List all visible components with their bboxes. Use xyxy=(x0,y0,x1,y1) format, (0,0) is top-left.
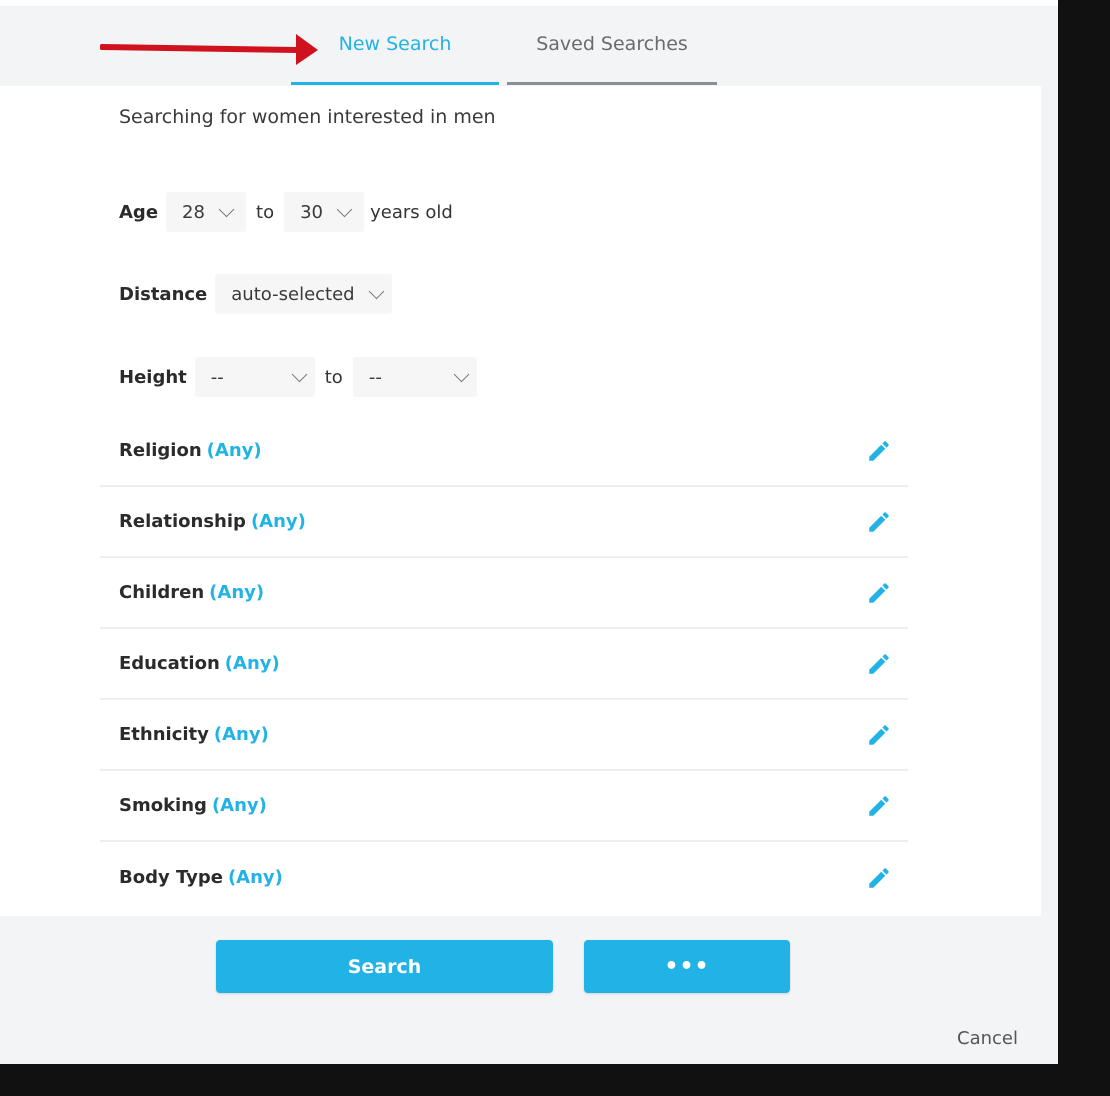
distance-row: Distance auto-selected xyxy=(119,274,392,314)
criteria-body-type[interactable]: Body Type (Any) xyxy=(100,842,908,913)
pencil-icon[interactable] xyxy=(866,793,892,819)
pencil-icon[interactable] xyxy=(866,438,892,464)
height-label: Height xyxy=(119,366,187,388)
criteria-name: Children xyxy=(119,582,205,603)
red-arrow-icon xyxy=(100,34,318,65)
criteria-education[interactable]: Education (Any) xyxy=(100,629,908,700)
criteria-value: (Any) xyxy=(250,511,306,532)
pencil-icon[interactable] xyxy=(866,509,892,535)
criteria-children[interactable]: Children (Any) xyxy=(100,558,908,629)
criteria-name: Education xyxy=(119,653,220,674)
search-panel: New Search Saved Searches Searching for … xyxy=(0,0,1058,1064)
distance-value: auto-selected xyxy=(231,283,355,305)
cancel-link[interactable]: Cancel xyxy=(957,1028,1018,1049)
criteria-list: Religion (Any) Relationship (Any) Children… xyxy=(100,416,908,913)
pencil-icon[interactable] xyxy=(866,651,892,677)
height-to-label: to xyxy=(324,366,343,388)
chevron-down-icon xyxy=(218,201,235,217)
criteria-name: Relationship xyxy=(119,511,246,532)
tab-new-search[interactable]: New Search xyxy=(291,6,499,85)
criteria-smoking[interactable]: Smoking (Any) xyxy=(100,771,908,842)
height-min-value: -- xyxy=(210,366,224,388)
criteria-relationship[interactable]: Relationship (Any) xyxy=(100,487,908,558)
distance-label: Distance xyxy=(119,283,208,305)
criteria-value: (Any) xyxy=(224,653,280,674)
criteria-religion[interactable]: Religion (Any) xyxy=(100,416,908,487)
age-to-label: to xyxy=(256,201,275,223)
pencil-icon[interactable] xyxy=(866,722,892,748)
age-suffix: years old xyxy=(370,201,453,223)
age-label: Age xyxy=(119,201,159,223)
chevron-down-icon xyxy=(291,366,308,382)
criteria-value: (Any) xyxy=(227,867,283,888)
criteria-ethnicity[interactable]: Ethnicity (Any) xyxy=(100,700,908,771)
criteria-value: (Any) xyxy=(213,724,269,745)
criteria-value: (Any) xyxy=(211,795,267,816)
height-max-value: -- xyxy=(368,366,382,388)
age-row: Age 28 to 30 years old xyxy=(119,192,463,232)
criteria-value: (Any) xyxy=(206,440,262,461)
pencil-icon[interactable] xyxy=(866,580,892,606)
height-row: Height -- to -- xyxy=(119,357,477,397)
chevron-down-icon xyxy=(336,201,353,217)
height-min-select[interactable]: -- xyxy=(194,357,315,397)
search-button[interactable]: Search xyxy=(216,940,553,993)
criteria-name: Smoking xyxy=(119,795,207,816)
criteria-name: Body Type xyxy=(119,867,223,888)
tab-bar: New Search Saved Searches xyxy=(0,6,1058,86)
more-options-button[interactable]: ••• xyxy=(584,940,790,993)
chevron-down-icon xyxy=(368,283,384,299)
age-max-select[interactable]: 30 xyxy=(284,192,365,232)
chevron-down-icon xyxy=(453,366,470,382)
age-max-value: 30 xyxy=(300,201,324,223)
criteria-value: (Any) xyxy=(209,582,265,603)
distance-select[interactable]: auto-selected xyxy=(215,274,392,314)
height-max-select[interactable]: -- xyxy=(352,357,477,397)
search-description: Searching for women interested in men xyxy=(119,106,496,128)
criteria-name: Ethnicity xyxy=(119,724,209,745)
tab-saved-searches[interactable]: Saved Searches xyxy=(507,6,717,85)
pencil-icon[interactable] xyxy=(866,865,892,891)
search-form: Searching for women interested in men Ag… xyxy=(0,86,1041,916)
criteria-name: Religion xyxy=(119,440,202,461)
age-min-value: 28 xyxy=(182,201,205,223)
age-min-select[interactable]: 28 xyxy=(166,192,247,232)
